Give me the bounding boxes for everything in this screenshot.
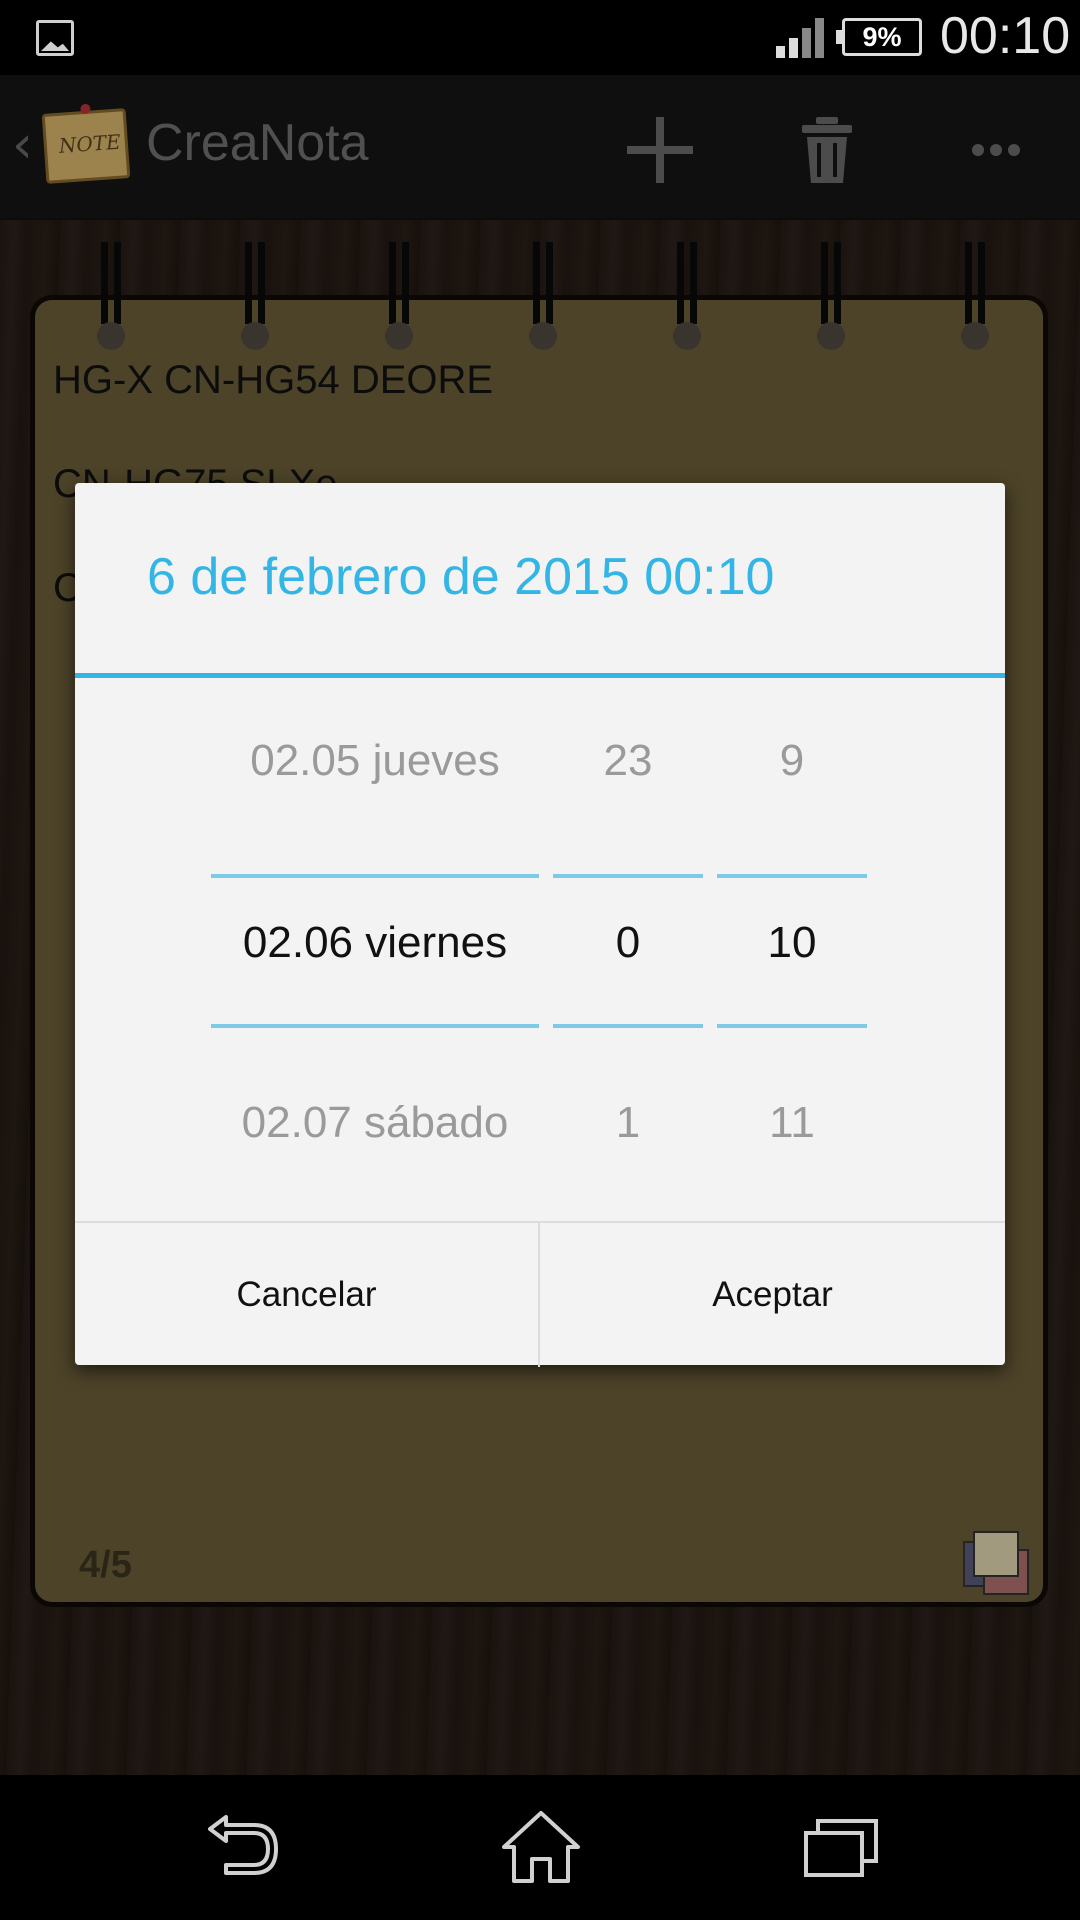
cancel-button[interactable]: Cancelar	[75, 1223, 540, 1367]
selection-divider	[717, 874, 867, 878]
battery-level: 9%	[862, 22, 902, 52]
dialog-title: 6 de febrero de 2015 00:10	[147, 548, 775, 606]
accept-button[interactable]: Aceptar	[540, 1223, 1005, 1367]
minute-prev[interactable]: 9	[717, 736, 867, 786]
date-prev[interactable]: 02.05 jueves	[211, 736, 539, 786]
hour-prev[interactable]: 23	[553, 736, 703, 786]
hour-picker-column[interactable]: 23 0 1	[553, 678, 703, 1205]
minute-picker-column[interactable]: 9 10 11	[717, 678, 867, 1205]
hour-next[interactable]: 1	[553, 1098, 703, 1148]
selection-divider	[717, 1024, 867, 1028]
battery-icon: 9%	[836, 18, 922, 56]
minute-selected[interactable]: 10	[717, 918, 867, 968]
recents-icon[interactable]	[796, 1807, 886, 1887]
signal-strength-icon	[776, 18, 824, 58]
selection-divider	[211, 874, 539, 878]
datetime-picker-dialog: 6 de febrero de 2015 00:10 02.05 jueves …	[75, 483, 1005, 1367]
status-clock: 00:10	[940, 7, 1071, 65]
date-next[interactable]: 02.07 sábado	[211, 1098, 539, 1148]
home-icon[interactable]	[496, 1807, 586, 1887]
dialog-button-row: Cancelar Aceptar	[75, 1221, 1005, 1367]
date-picker-column[interactable]: 02.05 jueves 02.06 viernes 02.07 sábado	[211, 678, 539, 1205]
back-icon[interactable]	[196, 1807, 286, 1887]
minute-next[interactable]: 11	[717, 1098, 867, 1148]
hour-selected[interactable]: 0	[553, 918, 703, 968]
image-notification-icon	[36, 20, 74, 56]
selection-divider	[211, 1024, 539, 1028]
selection-divider	[553, 1024, 703, 1028]
navigation-bar	[0, 1775, 1080, 1920]
status-bar: 9% 00:10	[0, 0, 1080, 75]
selection-divider	[553, 874, 703, 878]
date-selected[interactable]: 02.06 viernes	[211, 918, 539, 968]
